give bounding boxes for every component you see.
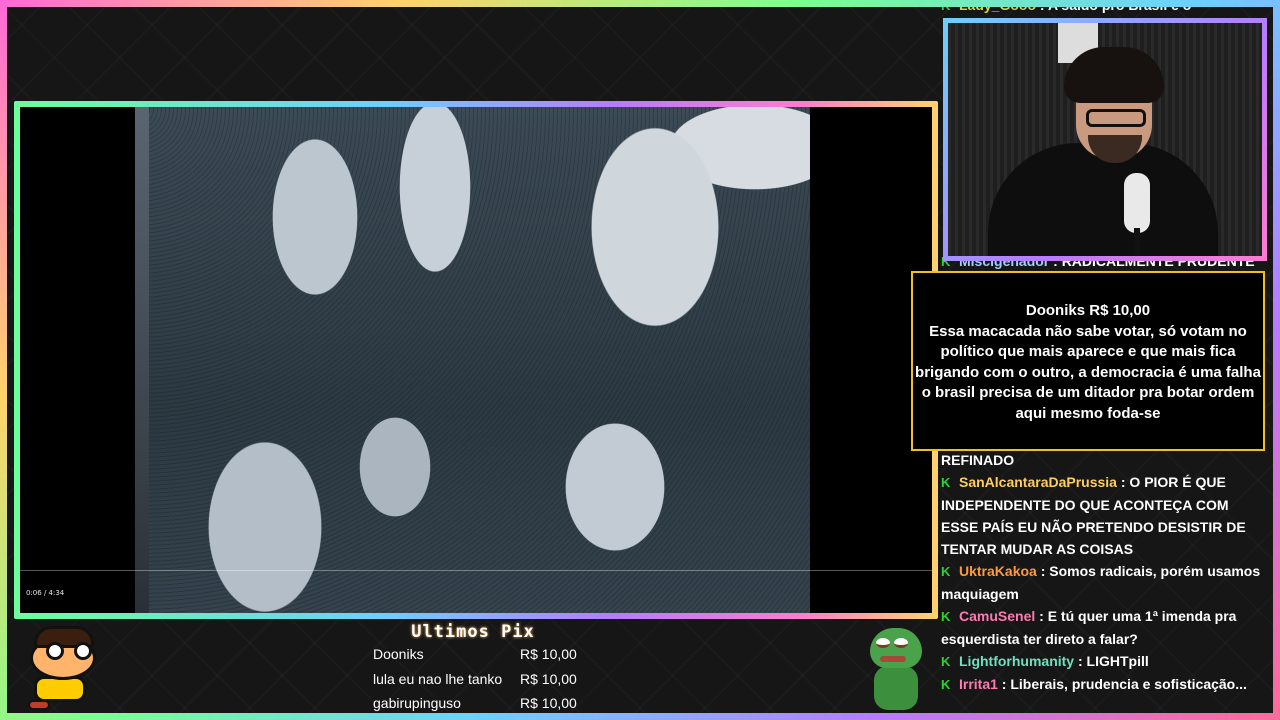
chat-username[interactable]: SanAlcantaraDaPrussia: [959, 474, 1117, 490]
moderator-badge-icon: K: [941, 0, 951, 13]
pix-donor: Dooniks: [373, 646, 424, 662]
moderator-badge-icon: K: [941, 475, 951, 490]
chat-message: K Lightforhumanity : LIGHTpill: [941, 650, 1266, 673]
pepe-head: [870, 628, 922, 668]
pepe-lips: [880, 656, 906, 662]
pix-row: Dooniks R$ 10,00: [368, 642, 578, 667]
streamer-glasses: [1086, 109, 1146, 127]
donation-title: Dooniks R$ 10,00: [1025, 302, 1151, 319]
pix-row: gabirupinguso R$ 10,00: [368, 691, 578, 716]
streamer-hair: [1064, 47, 1164, 103]
video-player[interactable]: 0:06 / 4:34: [20, 107, 932, 613]
chat-username[interactable]: CamuSenel: [959, 608, 1035, 624]
chat-message: K SanAlcantaraDaPrussia : O PIOR É QUE IN…: [941, 471, 1266, 560]
chat-text: : A saido pro Brasil é o: [1036, 0, 1192, 13]
pix-donor: lula eu nao lhe tanko: [373, 670, 503, 687]
moderator-badge-icon: K: [941, 677, 951, 692]
microphone-stand: [1134, 228, 1140, 256]
pix-amount: R$ 10,00: [520, 646, 577, 662]
chat-message-list: REFINADO K SanAlcantaraDaPrussia : O PIOR…: [941, 449, 1266, 696]
chat-username[interactable]: UktraKakoa: [959, 563, 1037, 579]
pepe-frog-icon: [866, 628, 926, 712]
chat-message: K CamuSenel : E tú quer uma 1ª imenda pra…: [941, 605, 1266, 650]
pix-amount: R$ 10,00: [520, 670, 577, 687]
pix-title: Ultimos Pix: [411, 622, 535, 642]
pepe-eye: [876, 638, 890, 648]
pix-row: lula eu nao lhe tanko R$ 10,00: [368, 667, 578, 692]
video-progress-bar[interactable]: [20, 570, 932, 571]
webcam-feed: [948, 23, 1262, 256]
video-time-label: 0:06 / 4:34: [26, 589, 65, 597]
chat-username[interactable]: Lady_Gooo: [959, 0, 1036, 13]
moderator-badge-icon: K: [941, 609, 951, 624]
pepe-body: [874, 666, 918, 710]
mascot-eye: [46, 642, 64, 660]
pepe-eye: [894, 638, 908, 648]
chat-text: : LIGHTpill: [1074, 653, 1149, 669]
chat-username[interactable]: Irrita1: [959, 676, 998, 692]
chat-message: K Irrita1 : Liberais, prudencia e sofisti…: [941, 673, 1266, 696]
donation-message: Essa macacada não sabe votar, só votam n…: [915, 322, 1261, 422]
chat-username[interactable]: Lightforhumanity: [959, 653, 1074, 669]
mascot-eye: [74, 642, 92, 660]
video-content: [135, 107, 810, 613]
pix-panel: Ultimos Pix Dooniks R$ 10,00 lula eu nao…: [368, 622, 578, 716]
video-edge: [135, 107, 149, 613]
mascot-character-icon: [20, 624, 104, 710]
chat-message: K Lady_Gooo : A saido pro Brasil é o: [941, 0, 1266, 17]
moderator-badge-icon: K: [941, 564, 951, 579]
chat-message: K UktraKakoa : Somos radicais, porém usam…: [941, 560, 1266, 605]
moderator-badge-icon: K: [941, 654, 951, 669]
webcam-frame: [943, 18, 1267, 261]
chat-text: : Liberais, prudencia e sofisticação...: [997, 676, 1247, 692]
video-frame: 0:06 / 4:34: [14, 101, 938, 619]
donation-alert: Dooniks R$ 10,00 Essa macacada não sabe …: [911, 271, 1265, 451]
mascot-shoe: [28, 700, 50, 710]
pix-amount: R$ 10,00: [520, 695, 577, 711]
chat-continuation: REFINADO: [941, 452, 1015, 468]
pix-donor: gabirupinguso: [373, 695, 461, 711]
microphone-icon: [1124, 173, 1150, 233]
